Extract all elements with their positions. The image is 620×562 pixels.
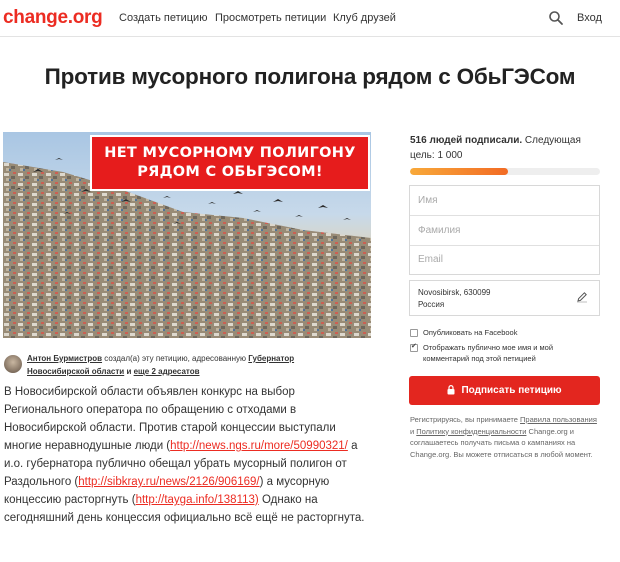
signatures-number: 516 людей подписали. (410, 135, 523, 146)
progress-fill (410, 168, 509, 175)
nav-create-petition[interactable]: Создать петицию (119, 12, 207, 24)
avatar[interactable] (4, 355, 22, 373)
top-header: change.org Создать петицию Просмотреть п… (0, 0, 620, 37)
author-created-text: создал(а) эту петицию, адресованную (104, 354, 247, 363)
first-name-input[interactable] (410, 186, 599, 215)
author-and: и (126, 367, 132, 376)
signature-progress-bar (410, 168, 600, 175)
more-targets-link[interactable]: еще 2 адресатов (134, 367, 200, 376)
author-line: Антон Бурмистров создал(а) эту петицию, … (27, 352, 357, 378)
signer-form-fields (409, 185, 600, 275)
legal-text-1: Регистрируясь, вы принимаете (410, 415, 521, 424)
logo[interactable]: change.org (3, 7, 103, 29)
nav-friends-club[interactable]: Клуб друзей (333, 12, 396, 24)
lock-icon (447, 384, 455, 397)
sign-button-label: Подписать петицию (461, 385, 562, 396)
public-display-label: Отображать публично мое имя и мой коммен… (423, 343, 554, 363)
privacy-link[interactable]: Политику конфиденциальности (416, 427, 526, 436)
field-divider (410, 245, 599, 246)
sign-petition-button[interactable]: Подписать петицию (409, 376, 600, 405)
public-display-checkbox[interactable] (410, 342, 418, 352)
signature-count: 516 людей подписали. Следующая цель: 1 0… (410, 133, 600, 163)
address-country: Россия (418, 300, 445, 309)
link-ngs[interactable]: http://news.ngs.ru/more/50990321/ (170, 440, 348, 452)
nav-browse-petitions[interactable]: Просмотреть петиции (215, 12, 326, 24)
email-input[interactable] (410, 245, 599, 274)
banner-line-1: НЕТ МУСОРНОМУ ПОЛИГОНУ (104, 145, 356, 161)
pencil-icon[interactable] (576, 290, 588, 303)
address-city: Novosibirsk, 630099 (418, 288, 491, 297)
author-name[interactable]: Антон Бурмистров (27, 354, 102, 363)
legal-text: Регистрируясь, вы принимаете Правила пол… (410, 414, 600, 460)
petition-title: Против мусорного полигона рядом с ОбьГЭС… (44, 64, 576, 89)
address-box[interactable]: Novosibirsk, 630099 Россия (409, 280, 600, 316)
last-name-input[interactable] (410, 215, 599, 245)
search-icon[interactable] (548, 10, 564, 26)
petition-description: В Новосибирской области объявлен конкурс… (4, 383, 374, 527)
field-divider (410, 215, 599, 216)
terms-link[interactable]: Правила пользования (520, 415, 597, 424)
protest-banner: НЕТ МУСОРНОМУ ПОЛИГОНУ РЯДОМ С ОБЬГЭСОМ! (90, 135, 370, 191)
facebook-label: Опубликовать на Facebook (423, 328, 518, 337)
facebook-checkbox[interactable] (410, 329, 418, 337)
petition-image: НЕТ МУСОРНОМУ ПОЛИГОНУ РЯДОМ С ОБЬГЭСОМ! (3, 132, 371, 338)
link-tayga[interactable]: http://tayga.info/138113) (136, 494, 259, 506)
banner-line-2: РЯДОМ С ОБЬГЭСОМ! (137, 164, 323, 180)
login-link[interactable]: Вход (577, 12, 602, 24)
link-sibkray[interactable]: http://sibkray.ru/news/2126/906169/ (78, 476, 259, 488)
